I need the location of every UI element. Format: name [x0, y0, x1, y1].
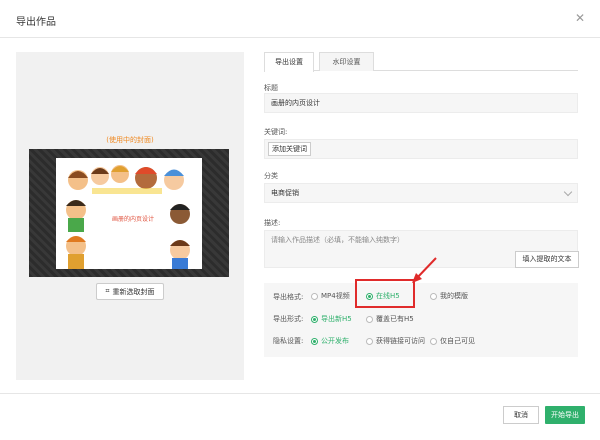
start-export-button[interactable]: 开始导出	[545, 406, 585, 424]
highlight-box	[355, 279, 415, 308]
category-select[interactable]: 电商促销	[264, 183, 578, 203]
reselect-cover-label: 重新选取封面	[112, 287, 155, 296]
cover-preview-panel: (使用中的封面) 画册的内页设计 ⌗ 重新选取封面	[16, 52, 244, 380]
radio-dot	[366, 315, 373, 323]
footer-divider	[0, 393, 600, 394]
description-label: 描述:	[264, 219, 281, 227]
cover-frame: 画册的内页设计	[29, 149, 229, 277]
radio-dot	[430, 292, 437, 300]
radio-label: 覆盖已有H5	[376, 315, 414, 323]
radio-dot	[430, 337, 437, 345]
radio-format-mp4[interactable]: MP4视频	[311, 291, 350, 301]
reselect-cover-button[interactable]: ⌗ 重新选取封面	[96, 283, 164, 300]
title-input[interactable]: 画册的内页设计	[264, 93, 578, 113]
fill-extracted-text-button[interactable]: 填入提取的文本	[515, 251, 579, 268]
export-dialog: 导出作品 ✕ (使用中的封面) 画册的内页设计 ⌗ 重新选取封面 导出设置 水印…	[0, 0, 600, 440]
export-options-panel: 导出格式: MP4视频 在线H5 我的模版 导出形式: 导出新H5 覆盖已有H5…	[264, 283, 578, 357]
format-label: 导出格式:	[273, 293, 304, 301]
tab-watermark-settings[interactable]: 水印设置	[319, 52, 374, 71]
radio-label: 导出新H5	[321, 315, 352, 323]
crop-icon: ⌗	[105, 287, 110, 295]
cancel-button[interactable]: 取消	[503, 406, 539, 424]
privacy-label: 隐私设置:	[273, 337, 304, 345]
tab-export-settings[interactable]: 导出设置	[264, 52, 314, 72]
keywords-label: 关键词:	[264, 128, 288, 136]
radio-label: MP4视频	[321, 292, 350, 300]
radio-privacy-link[interactable]: 获得链接可访问	[366, 336, 425, 346]
radio-privacy-private[interactable]: 仅自己可见	[430, 336, 475, 346]
radio-mode-new[interactable]: 导出新H5	[311, 314, 352, 324]
dialog-title: 导出作品	[16, 17, 56, 28]
mode-label: 导出形式:	[273, 315, 304, 323]
radio-dot	[311, 337, 318, 345]
radio-label: 获得链接可访问	[376, 337, 425, 345]
cover-image-title: 画册的内页设计	[112, 216, 155, 223]
category-value: 电商促销	[271, 189, 299, 197]
radio-privacy-public[interactable]: 公开发布	[311, 336, 349, 346]
radio-label: 公开发布	[321, 337, 349, 345]
radio-format-template[interactable]: 我的模版	[430, 291, 468, 301]
close-icon[interactable]: ✕	[574, 12, 586, 24]
category-label: 分类	[264, 172, 278, 180]
chevron-down-icon	[563, 187, 573, 197]
title-label: 标题	[264, 84, 278, 92]
radio-mode-overwrite[interactable]: 覆盖已有H5	[366, 314, 414, 324]
radio-label: 我的模版	[440, 292, 468, 300]
radio-dot	[311, 315, 318, 323]
cover-image: 画册的内页设计	[56, 158, 202, 269]
settings-tabs: 导出设置 水印设置	[264, 52, 578, 72]
add-keyword-button[interactable]: 添加关键词	[268, 142, 311, 156]
keywords-field: 添加关键词	[264, 139, 578, 159]
radio-dot	[366, 337, 373, 345]
radio-dot	[311, 292, 318, 300]
annotation-arrow	[412, 257, 437, 283]
dialog-header: 导出作品 ✕	[0, 0, 600, 38]
radio-label: 仅自己可见	[440, 337, 475, 345]
cover-hint: (使用中的封面)	[106, 136, 154, 144]
